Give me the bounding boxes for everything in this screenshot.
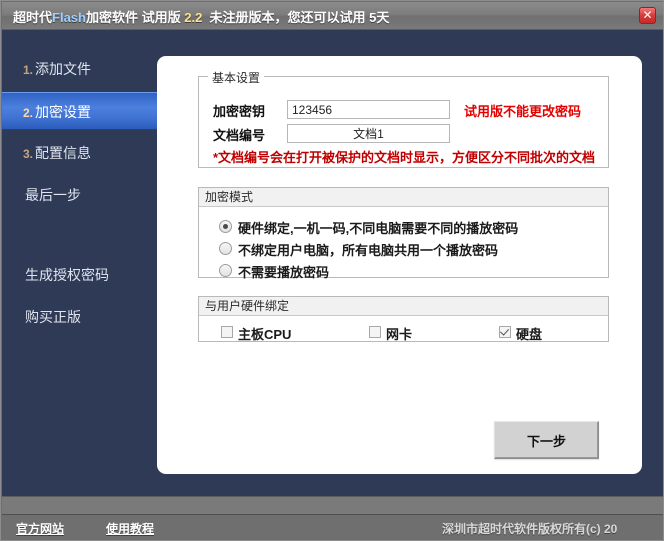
footer-spacer (2, 496, 663, 514)
radio-icon (219, 220, 232, 233)
encryption-mode-group: 加密模式 硬件绑定,一机一码,不同电脑需要不同的播放密码 不绑定用户电脑，所有电… (198, 187, 609, 280)
sidebar-item-encrypt-settings[interactable]: 2. 加密设置 (2, 92, 157, 130)
title-prefix: 超时代 (13, 10, 53, 25)
hardware-binding-title: 与用户硬件绑定 (199, 297, 608, 316)
sidebar-item-content: 1. 添加文件 (2, 61, 91, 77)
sidebar-item-config-info[interactable]: 3. 配置信息 (2, 134, 157, 172)
sidebar-item-label: 购买正版 (25, 309, 81, 325)
basic-settings-legend: 基本设置 (208, 69, 265, 86)
checkbox-icon (499, 326, 511, 338)
hardware-binding-group: 与用户硬件绑定 主板CPU 网卡 硬盘 (198, 296, 609, 342)
sidebar-item-buy-license[interactable]: 购买正版 (2, 298, 157, 336)
encryption-mode-title: 加密模式 (199, 188, 608, 207)
trial-warning-text: 试用版不能更改密码 (464, 104, 582, 119)
close-icon: ✕ (642, 8, 653, 22)
sidebar-item-final-step[interactable]: 最后一步 (2, 176, 157, 214)
close-button[interactable]: ✕ (639, 7, 656, 24)
content-panel: 基本设置 加密密钥 文档编号 试用版不能更改密码 *文档编号会在打开被保护的文档… (157, 56, 642, 474)
main-body: 1.添加文件 2.加密设置 3.配置信息 最后一步 生成授权密码 购买正版 (2, 30, 663, 496)
document-number-label: 文档编号 (213, 128, 266, 143)
footer-bar: 官方网站 使用教程 深圳市超时代软件版权所有(c) 20 (2, 514, 663, 540)
sidebar-item-add-file[interactable]: 1. 添加文件 (2, 50, 157, 88)
tutorial-link[interactable]: 使用教程 (106, 520, 154, 537)
window-title: 超时代Flash加密软件 试用版 2.2 未注册版本，您还可以试用 5天 (13, 7, 389, 26)
checkbox-label: 网卡 (386, 327, 413, 342)
sidebar-item-label: 生成授权密码 (25, 267, 109, 283)
sidebar-item-label: 加密设置 (35, 104, 92, 120)
radio-label: 不需要播放密码 (238, 265, 330, 280)
sidebar-item-content: 2. 加密设置 (2, 104, 91, 120)
encryption-key-label: 加密密钥 (213, 104, 266, 119)
radio-icon (219, 264, 232, 277)
selection-arrow-icon (148, 103, 157, 121)
title-version: 2.2 (184, 10, 203, 25)
sidebar-item-label: 添加文件 (35, 61, 92, 77)
radio-label: 硬件绑定,一机一码,不同电脑需要不同的播放密码 (238, 221, 519, 236)
radio-label: 不绑定用户电脑，所有电脑共用一个播放密码 (238, 243, 499, 258)
sidebar-item-content: 生成授权密码 (2, 267, 109, 283)
checkbox-icon (369, 326, 381, 338)
radio-icon (219, 242, 232, 255)
copyright-text: 深圳市超时代软件版权所有(c) 20 (442, 522, 618, 536)
encryption-key-input[interactable] (287, 100, 450, 119)
basic-settings-group: 基本设置 加密密钥 文档编号 试用版不能更改密码 *文档编号会在打开被保护的文档… (198, 69, 609, 168)
title-bar: 超时代Flash加密软件 试用版 2.2 未注册版本，您还可以试用 5天 ✕ (2, 2, 663, 30)
checkbox-label: 硬盘 (516, 327, 543, 342)
official-website-link[interactable]: 官方网站 (16, 520, 64, 537)
sidebar-item-number: 1. (23, 63, 34, 77)
sidebar: 1. 添加文件 2. 加密设置 3. 配置信息 最后一步 生成授权密码 购买正版 (2, 30, 157, 496)
application-window: 超时代Flash加密软件 试用版 2.2 未注册版本，您还可以试用 5天 ✕ 1… (0, 0, 664, 541)
title-suffix: 未注册版本，您还可以试用 5天 (209, 10, 390, 25)
document-number-input[interactable] (287, 124, 450, 143)
title-mid: 加密软件 试用版 (85, 10, 181, 25)
sidebar-item-number: 2. (23, 106, 34, 120)
sidebar-item-content: 3. 配置信息 (2, 145, 91, 161)
title-brand: Flash (52, 10, 86, 25)
sidebar-item-content: 购买正版 (2, 309, 81, 325)
sidebar-item-generate-license[interactable]: 生成授权密码 (2, 256, 157, 294)
sidebar-item-number: 3. (23, 147, 34, 161)
next-step-button[interactable]: 下一步 (494, 421, 599, 459)
sidebar-item-content: 最后一步 (2, 187, 81, 203)
sidebar-item-label: 最后一步 (25, 187, 81, 203)
checkbox-icon (221, 326, 233, 338)
sidebar-item-label: 配置信息 (35, 145, 92, 161)
checkbox-label: 主板CPU (238, 327, 292, 342)
document-number-note: *文档编号会在打开被保护的文档时显示，方便区分不同批次的文档 (213, 150, 596, 165)
